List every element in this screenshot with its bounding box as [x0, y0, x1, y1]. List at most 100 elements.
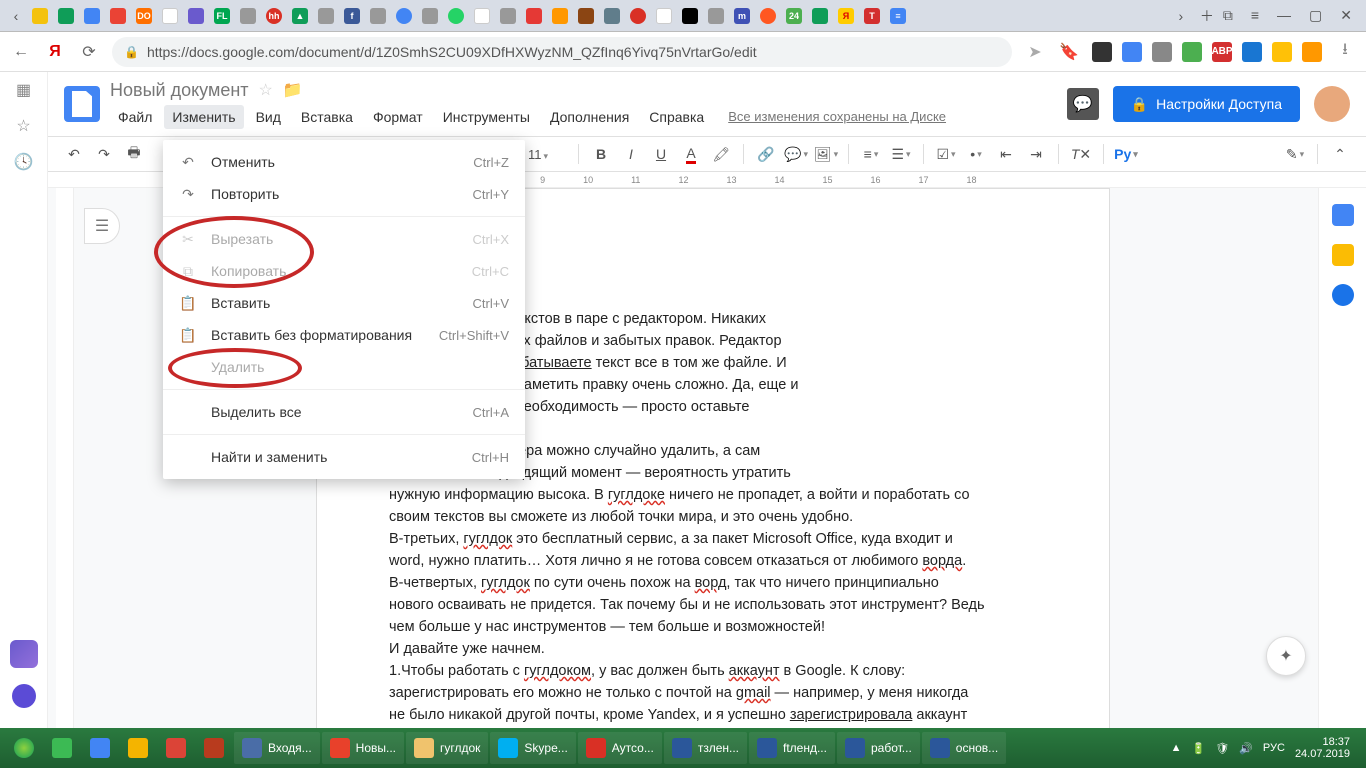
- undo-button[interactable]: ↶: [62, 142, 86, 166]
- menu-format[interactable]: Формат: [365, 105, 431, 129]
- menu-file[interactable]: Файл: [110, 105, 160, 129]
- ext-icon[interactable]: [1242, 42, 1262, 62]
- tab-icon[interactable]: DO: [136, 8, 152, 24]
- menu-item-select-all[interactable]: Выделить всеCtrl+A: [163, 396, 525, 428]
- document-title[interactable]: Новый документ: [110, 80, 249, 101]
- decrease-indent-button[interactable]: ⇤: [994, 142, 1018, 166]
- tab-icon[interactable]: [448, 8, 464, 24]
- taskbar-app[interactable]: [158, 732, 194, 764]
- taskbar-app[interactable]: работ...: [837, 732, 920, 764]
- tab-icon[interactable]: 24: [786, 8, 802, 24]
- taskbar-app[interactable]: Входя...: [234, 732, 320, 764]
- user-avatar[interactable]: [1314, 86, 1350, 122]
- comments-button[interactable]: 💬: [1067, 88, 1099, 120]
- move-folder-icon[interactable]: 📁: [283, 80, 303, 100]
- taskbar-app[interactable]: [120, 732, 156, 764]
- collapse-toolbar-button[interactable]: ⌃: [1328, 142, 1352, 166]
- menu-item-find-replace[interactable]: Найти и заменитьCtrl+H: [163, 441, 525, 473]
- menu-icon[interactable]: ≡: [1251, 7, 1259, 24]
- menu-addons[interactable]: Дополнения: [542, 105, 637, 129]
- menu-item-paste[interactable]: 📋ВставитьCtrl+V: [163, 287, 525, 319]
- insert-comment-button[interactable]: 💬: [784, 142, 808, 166]
- checklist-button[interactable]: ☑: [934, 142, 958, 166]
- new-tab-button[interactable]: ＋: [1197, 6, 1217, 26]
- share-button[interactable]: 🔒 Настройки Доступа: [1113, 86, 1300, 122]
- menu-help[interactable]: Справка: [641, 105, 712, 129]
- tab-icon-active[interactable]: ≡: [890, 8, 906, 24]
- tab-icon[interactable]: [578, 8, 594, 24]
- tab-icon[interactable]: [240, 8, 256, 24]
- tab-icon[interactable]: Я: [838, 8, 854, 24]
- tab-icon[interactable]: [318, 8, 334, 24]
- highlight-button[interactable]: 🖍: [709, 142, 733, 166]
- tab-icon[interactable]: [500, 8, 516, 24]
- docs-logo-icon[interactable]: [64, 86, 100, 122]
- tab-icon[interactable]: hh: [266, 8, 282, 24]
- taskbar-app[interactable]: Новы...: [322, 732, 404, 764]
- tab-icon[interactable]: ▲: [292, 8, 308, 24]
- tab-icon[interactable]: [58, 8, 74, 24]
- tabs-scroll-right[interactable]: ›: [1171, 6, 1191, 26]
- panels-icon[interactable]: ▦: [14, 80, 34, 100]
- menu-item-undo[interactable]: ↶ОтменитьCtrl+Z: [163, 146, 525, 178]
- bold-button[interactable]: B: [589, 142, 613, 166]
- tab-icon[interactable]: [162, 8, 178, 24]
- tab-icon[interactable]: [422, 8, 438, 24]
- tabs-scroll-left[interactable]: ‹: [6, 6, 26, 26]
- start-button[interactable]: [6, 732, 42, 764]
- window-close[interactable]: ✕: [1340, 7, 1352, 24]
- history-icon[interactable]: 🕓: [14, 152, 34, 172]
- ext-icon[interactable]: [1122, 42, 1142, 62]
- tab-icon[interactable]: [188, 8, 204, 24]
- menu-item-redo[interactable]: ↷ПовторитьCtrl+Y: [163, 178, 525, 210]
- taskbar-app[interactable]: [196, 732, 232, 764]
- alice-voice-icon[interactable]: [12, 684, 36, 708]
- tab-icon[interactable]: [396, 8, 412, 24]
- taskbar-app[interactable]: гуглдок: [406, 732, 488, 764]
- keep-icon[interactable]: [1332, 244, 1354, 266]
- tasks-icon[interactable]: [1332, 284, 1354, 306]
- ext-icon[interactable]: [1092, 42, 1112, 62]
- ext-icon[interactable]: [1152, 42, 1172, 62]
- align-button[interactable]: ≡: [859, 142, 883, 166]
- menu-insert[interactable]: Вставка: [293, 105, 361, 129]
- taskbar-app[interactable]: тзлен...: [664, 732, 747, 764]
- star-icon[interactable]: ☆: [259, 80, 273, 100]
- alice-icon[interactable]: [10, 640, 38, 668]
- window-maximize[interactable]: ▢: [1309, 7, 1322, 24]
- tab-icon[interactable]: m: [734, 8, 750, 24]
- tray-volume-icon[interactable]: 🔊: [1239, 742, 1253, 755]
- line-spacing-button[interactable]: ☰: [889, 142, 913, 166]
- redo-button[interactable]: ↷: [92, 142, 116, 166]
- adblock-icon[interactable]: ABP: [1212, 42, 1232, 62]
- menu-edit[interactable]: Изменить: [164, 105, 243, 129]
- taskbar-app[interactable]: Аутсо...: [578, 732, 662, 764]
- underline-button[interactable]: U: [649, 142, 673, 166]
- yandex-home-icon[interactable]: Я: [44, 41, 66, 63]
- menu-item-paste-plain[interactable]: 📋Вставить без форматированияCtrl+Shift+V: [163, 319, 525, 351]
- ext-icon[interactable]: [1182, 42, 1202, 62]
- downloads-icon[interactable]: ⭳: [1334, 41, 1356, 63]
- tab-icon[interactable]: [708, 8, 724, 24]
- menu-view[interactable]: Вид: [248, 105, 289, 129]
- tab-icon[interactable]: [760, 8, 776, 24]
- italic-button[interactable]: I: [619, 142, 643, 166]
- send-icon[interactable]: ➤: [1024, 41, 1046, 63]
- explore-button[interactable]: ✦: [1266, 636, 1306, 676]
- outline-toggle-button[interactable]: ☰: [84, 208, 120, 244]
- tab-icon[interactable]: [84, 8, 100, 24]
- editing-mode-button[interactable]: ✎: [1283, 142, 1307, 166]
- save-status[interactable]: Все изменения сохранены на Диске: [728, 109, 946, 124]
- calendar-icon[interactable]: [1332, 204, 1354, 226]
- tray-battery-icon[interactable]: 🔋: [1192, 742, 1206, 755]
- tab-icon[interactable]: FL: [214, 8, 230, 24]
- address-box[interactable]: 🔒 https://docs.google.com/document/d/1Z0…: [112, 37, 1012, 67]
- insert-link-button[interactable]: 🔗: [754, 142, 778, 166]
- bookmark-icon[interactable]: 🔖: [1058, 41, 1080, 63]
- tray-arrow-icon[interactable]: ▲: [1171, 742, 1182, 754]
- tab-icon[interactable]: [656, 8, 672, 24]
- font-size-select[interactable]: 11: [528, 147, 568, 162]
- tab-icon[interactable]: [812, 8, 828, 24]
- tab-icon[interactable]: f: [344, 8, 360, 24]
- taskbar-app[interactable]: основ...: [922, 732, 1006, 764]
